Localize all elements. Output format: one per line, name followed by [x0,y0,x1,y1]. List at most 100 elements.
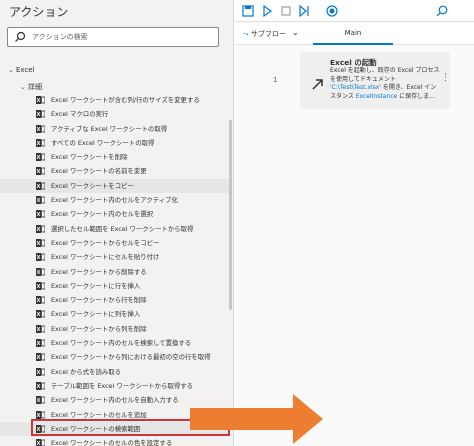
action-list-item[interactable]: Excel ワークシートから列における最初の空の行を取得 [0,350,230,364]
action-list-item[interactable]: Excel ワークシート内のセルをアクティブ化 [0,193,230,207]
excel-action-icon [36,324,45,333]
variable-link[interactable]: ExcelInstance [356,93,397,100]
launch-excel-icon [312,79,323,90]
action-search-input[interactable]: アクションの検索 [7,27,219,47]
action-list-item[interactable]: Excel ワークシート内のセルを検索して置換する [0,336,230,350]
action-list-item-label: Excel ワークシートを削除 [51,153,128,162]
tab-main[interactable]: Main [313,23,393,45]
action-list-item[interactable]: Excel ワークシートの名前を変更 [0,164,230,178]
action-list-item[interactable]: すべての Excel ワークシートの取得 [0,136,230,150]
excel-action-icon [36,281,45,290]
action-list-item-label: Excel ワークシートをコピー [51,181,134,190]
action-list-item[interactable]: Excel ワークシート内のセルを選択 [0,207,230,221]
excel-action-icon [36,153,45,162]
action-list-item-label: すべての Excel ワークシートの取得 [51,138,155,147]
flow-designer: ⤳ サブフロー ⌄ Main 1 Excel の起動 Excel を起動し、既存… [235,0,474,446]
action-list-item-label: Excel ワークシートに列を挿入 [51,310,141,319]
step-description: Excel を起動し、既存の Excel ブロセスを使用してドキュメント 'C:… [330,67,442,101]
excel-action-icon [36,238,45,247]
excel-action-icon [36,124,45,133]
search-icon [15,31,26,42]
action-list-item[interactable]: Excel ワークシートにセルを貼り付け [0,250,230,264]
excel-action-icon [36,439,45,446]
flow-canvas: 1 Excel の起動 Excel を起動し、既存の Excel ブロセスを使用… [235,45,474,446]
more-options-icon[interactable]: ⋮ [441,73,450,83]
action-list-item-label: Excel ワークシート内のセルを選択 [51,210,154,219]
action-list-item[interactable]: Excel ワークシートからセルをコピー [0,236,230,250]
excel-action-icon [36,196,45,205]
action-list-item-label: Excel から式を読み取る [51,367,122,376]
excel-action-icon [36,253,45,262]
excel-action-icon [36,296,45,305]
stop-icon[interactable] [279,4,293,18]
excel-action-icon [36,353,45,362]
action-list-item-label: Excel ワークシートの名前を変更 [51,167,147,176]
excel-action-icon [36,267,45,276]
action-list-item-label: テーブル範囲を Excel ワークシートから取得する [51,381,194,390]
excel-action-icon [36,96,45,104]
subgroup-advanced-label: 詳細 [28,83,42,91]
chevron-down-icon: ⌄ [20,83,26,91]
action-list-item-label: Excel ワークシート内のセルをアクティブ化 [51,196,178,205]
subflow-icon: ⤳ [243,30,249,38]
app-window: アクション アクションの検索 ⌄ Excel ⌄ 詳細 Excel ワークシートが含… [0,0,474,446]
excel-action-icon [36,181,45,190]
action-list-item[interactable]: Excel マクロの実行 [0,107,230,121]
excel-action-icon [36,110,45,119]
excel-action-icon [36,367,45,376]
subflow-dropdown[interactable]: ⤳ サブフロー [243,29,286,39]
excel-action-icon [36,167,45,176]
action-list-item-label: Excel ワークシートから列における最初の空の行を取得 [51,353,211,362]
action-list-item[interactable]: Excel から式を読み取る [0,365,230,379]
action-list-item-label: Excel ワークシートに行を挿入 [51,281,141,290]
step-desc-text-1: Excel を起動し、既存の Excel ブロセスを使用してドキュメント [330,67,440,83]
excel-action-icon [36,381,45,390]
step-number: 1 [273,76,278,84]
action-list-item-label: Excel ワークシートから列を削除 [51,324,147,333]
action-list-item[interactable]: Excel ワークシートから行を削除 [0,293,230,307]
run-icon[interactable] [260,4,274,18]
action-list-item[interactable]: Excel ワークシートに列を挿入 [0,307,230,321]
chevron-down-icon[interactable]: ⌄ [292,28,299,37]
search-placeholder: アクションの検索 [32,33,88,41]
scrollbar-thumb[interactable] [229,120,232,310]
action-list-item-label: アクティブな Excel ワークシートの取得 [51,124,168,133]
action-step-card[interactable]: Excel の起動 Excel を起動し、既存の Excel ブロセスを使用して… [300,52,450,109]
action-list-item[interactable]: 選択したセル範囲を Excel ワークシートから取得 [0,222,230,236]
action-list-item-label: Excel ワークシートが含む列/行のサイズを変更する [51,96,200,104]
search-icon[interactable] [435,4,449,18]
action-list-item-label: Excel マクロの実行 [51,110,109,119]
action-list-item[interactable]: Excel ワークシートから列を削除 [0,322,230,336]
action-list-item[interactable]: Excel ワークシートを削除 [0,150,230,164]
action-list-item-label: Excel ワークシートから削除する [51,267,147,276]
orange-arrow-annotation [190,394,323,444]
action-list-item-label: Excel ワークシートにセルを貼り付け [51,253,160,262]
excel-action-icon [36,410,45,419]
record-icon[interactable] [325,4,339,18]
action-list-item[interactable]: Excel ワークシートが含む列/行のサイズを変更する [0,93,230,107]
action-list-item[interactable]: Excel ワークシートをコピー [0,178,230,194]
step-icon[interactable] [297,4,311,18]
action-list-item-label: Excel ワークシートのセルの色を設定する [51,439,173,446]
action-list-item-label: Excel ワークシート内のセルを自動入力する [51,396,179,405]
action-list-item[interactable]: Excel ワークシートに行を挿入 [0,279,230,293]
action-list-item[interactable]: Excel ワークシートから削除する [0,265,230,279]
file-path-link[interactable]: 'C:\Test\Test.xlsx' [330,84,381,91]
chevron-down-icon: ⌄ [8,66,14,74]
action-list-item[interactable]: アクティブな Excel ワークシートの取得 [0,122,230,136]
tab-main-label: Main [344,29,362,37]
excel-action-icon [36,224,45,233]
action-list-item-label: Excel ワークシート内のセルを検索して置換する [51,339,192,348]
save-icon[interactable] [241,4,255,18]
excel-action-icon [36,138,45,147]
step-desc-text-3: に保存しま... [397,92,435,100]
excel-action-icon [36,339,45,348]
excel-action-icon [36,310,45,319]
action-list-item-label: Excel ワークシートのセルを追加 [51,410,147,419]
subgroup-advanced[interactable]: ⌄ 詳細 [20,82,42,92]
group-excel[interactable]: ⌄ Excel [8,66,35,74]
toolbar [235,0,474,22]
excel-action-icon [36,210,45,219]
group-excel-label: Excel [16,66,35,74]
action-list-item-label: Excel ワークシートから行を削除 [51,296,147,305]
